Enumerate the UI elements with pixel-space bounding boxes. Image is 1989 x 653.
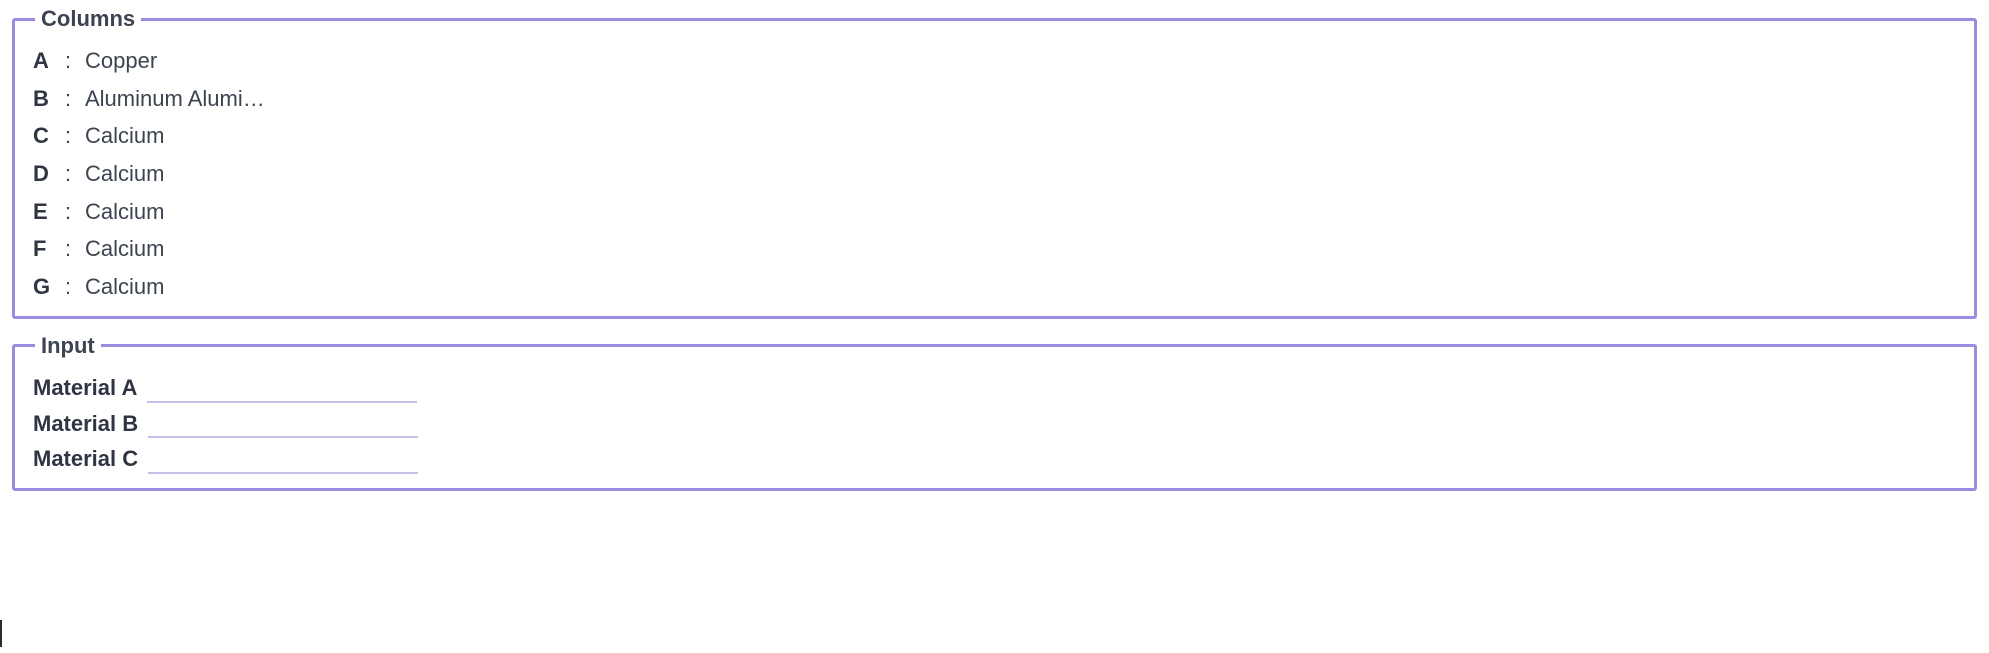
material-b-row: Material B [33,409,1956,439]
column-row-b: B : Aluminum Alumi… [33,84,1956,114]
columns-group: Columns A : Copper B : Aluminum Alumi… C… [12,6,1977,319]
column-row-c: C : Calcium [33,121,1956,151]
column-value: Calcium [85,197,164,227]
column-value: Aluminum Alumi… [85,84,265,114]
column-value: Calcium [85,121,164,151]
material-a-label: Material A [33,373,137,403]
column-letter: D [33,159,55,189]
column-separator: : [65,234,75,264]
input-legend: Input [35,333,101,359]
left-vertical-rule [0,620,2,647]
input-group: Input Material A Material B Material C [12,333,1977,491]
material-c-field[interactable] [148,445,418,474]
input-list: Material A Material B Material C [33,369,1956,474]
column-value: Copper [85,46,157,76]
column-separator: : [65,197,75,227]
material-b-field[interactable] [148,409,418,438]
material-b-label: Material B [33,409,138,439]
material-a-field[interactable] [147,374,417,403]
material-c-label: Material C [33,444,138,474]
column-letter: E [33,197,55,227]
column-letter: B [33,84,55,114]
column-separator: : [65,272,75,302]
column-letter: G [33,272,55,302]
column-separator: : [65,84,75,114]
column-row-e: E : Calcium [33,197,1956,227]
material-c-row: Material C [33,444,1956,474]
column-row-g: G : Calcium [33,272,1956,302]
columns-legend: Columns [35,6,141,32]
column-separator: : [65,159,75,189]
column-letter: A [33,46,55,76]
column-row-f: F : Calcium [33,234,1956,264]
column-letter: C [33,121,55,151]
material-a-row: Material A [33,373,1956,403]
column-letter: F [33,234,55,264]
column-value: Calcium [85,272,164,302]
column-row-d: D : Calcium [33,159,1956,189]
columns-list: A : Copper B : Aluminum Alumi… C : Calci… [33,42,1956,302]
column-separator: : [65,121,75,151]
column-separator: : [65,46,75,76]
column-row-a: A : Copper [33,46,1956,76]
column-value: Calcium [85,159,164,189]
column-value: Calcium [85,234,164,264]
